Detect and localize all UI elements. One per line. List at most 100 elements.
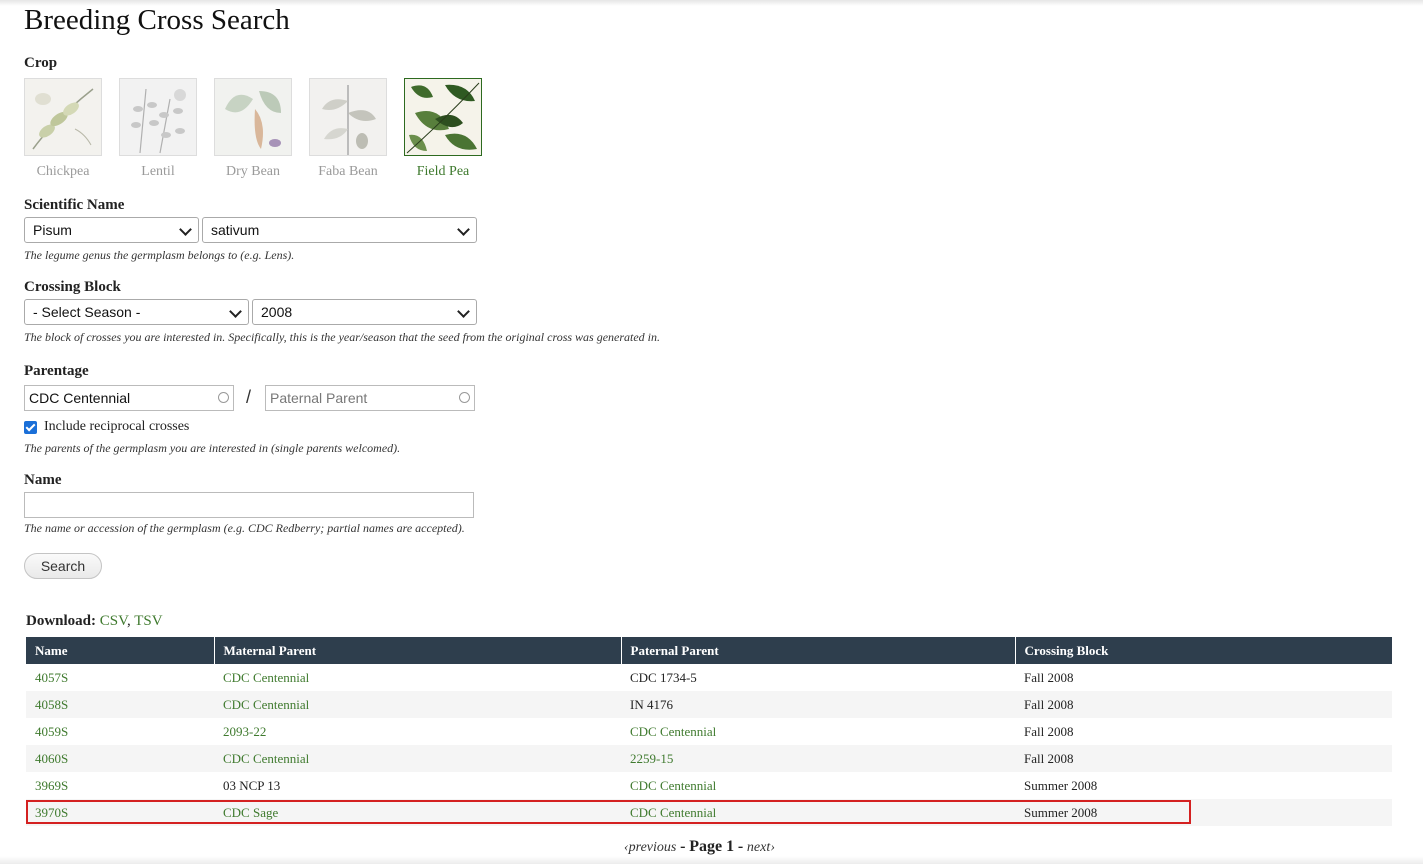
year-value: 2008 [261, 304, 293, 320]
lentil-illustration-icon [119, 78, 197, 156]
cell-paternal-parent: CDC Centennial [621, 772, 1015, 799]
cell-name-link[interactable]: 4060S [35, 751, 68, 766]
pager-next[interactable]: next› [747, 840, 775, 855]
cell-paternal-parent: 2259-15 [621, 745, 1015, 772]
pager: ‹previous - Page 1 - next› [624, 838, 775, 856]
download-links: Download: CSV, TSV [26, 613, 163, 630]
cell-maternal-parent: 2093-22 [214, 718, 621, 745]
faba-bean-illustration-icon [309, 78, 387, 156]
genus-value: Pisum [33, 222, 72, 238]
cell-name-link[interactable]: 4058S [35, 697, 68, 712]
pager-previous[interactable]: ‹previous [624, 840, 676, 855]
crossing-block-label: Crossing Block [24, 279, 121, 295]
crop-name: Chickpea [36, 164, 90, 179]
year-select[interactable]: 2008 [252, 299, 477, 325]
cell-crossing-block-text: Fall 2008 [1024, 723, 1074, 739]
cell-name: 4060S [26, 745, 214, 772]
cell-crossing-block: Fall 2008 [1015, 691, 1392, 718]
cell-crossing-block: Fall 2008 [1015, 664, 1392, 691]
chevron-down-icon [457, 223, 470, 236]
cell-paternal-parent-text: IN 4176 [630, 696, 673, 712]
chevron-down-icon [457, 305, 470, 318]
pager-current-page: Page 1 [689, 838, 735, 855]
cell-crossing-block-text: Fall 2008 [1024, 669, 1074, 685]
highlighted-row-outline [26, 800, 1191, 824]
column-header-maternal-parent[interactable]: Maternal Parent [214, 637, 622, 664]
cell-maternal-parent: CDC Centennial [214, 691, 621, 718]
reciprocal-checkbox[interactable] [24, 421, 37, 434]
cell-paternal-parent: CDC Centennial [621, 718, 1015, 745]
cell-crossing-block-text: Fall 2008 [1024, 696, 1074, 712]
table-row: 3969S 03 NCP 13 CDC Centennial Summer 2008 [26, 772, 1392, 799]
cell-maternal-parent: CDC Centennial [214, 745, 621, 772]
name-input[interactable] [24, 492, 474, 518]
crop-lentil[interactable]: Lentil [119, 78, 197, 180]
download-separator: , [127, 613, 131, 629]
search-button[interactable]: Search [24, 553, 102, 579]
chevron-down-icon [179, 223, 192, 236]
cell-crossing-block: Fall 2008 [1015, 718, 1392, 745]
name-label: Name [24, 472, 62, 488]
table-row: 4058S CDC Centennial IN 4176 Fall 2008 [26, 691, 1392, 718]
cell-paternal-parent: IN 4176 [621, 691, 1015, 718]
cell-paternal-parent: CDC 1734-5 [621, 664, 1015, 691]
season-value: - Select Season - [33, 304, 141, 320]
cell-paternal-parent-link[interactable]: CDC Centennial [630, 724, 716, 739]
cell-maternal-parent-link[interactable]: CDC Centennial [223, 697, 309, 712]
pager-dash: - [680, 838, 686, 855]
column-header-crossing-block[interactable]: Crossing Block [1015, 637, 1392, 664]
cell-name: 4059S [26, 718, 214, 745]
crop-field-pea[interactable]: Field Pea [404, 78, 482, 180]
cell-paternal-parent-link[interactable]: CDC Centennial [630, 778, 716, 793]
parent-separator: / [246, 387, 252, 407]
cell-maternal-parent-link[interactable]: CDC Centennial [223, 751, 309, 766]
cell-maternal-parent-text: 03 NCP 13 [223, 777, 281, 793]
parentage-label: Parentage [24, 363, 89, 379]
scientific-name-description: The legume genus the germplasm belongs t… [24, 248, 295, 262]
crop-chickpea[interactable]: Chickpea [24, 78, 102, 180]
crop-name: Lentil [141, 164, 175, 179]
cell-name: 4057S [26, 664, 214, 691]
cell-name-link[interactable]: 4057S [35, 670, 68, 685]
genus-select[interactable]: Pisum [24, 217, 199, 243]
maternal-parent-input[interactable]: CDC Centennial [24, 385, 234, 411]
paternal-parent-input[interactable]: Paternal Parent [265, 385, 475, 411]
cell-maternal-parent-link[interactable]: 2093-22 [223, 724, 266, 739]
reciprocal-label[interactable]: Include reciprocal crosses [44, 419, 189, 435]
scientific-name-label: Scientific Name [24, 197, 125, 213]
chickpea-illustration-icon [24, 78, 102, 156]
column-header-paternal-parent[interactable]: Paternal Parent [621, 637, 1016, 664]
chevron-down-icon [229, 305, 242, 318]
results-table: Name Maternal Parent Paternal Parent Cro… [26, 637, 1392, 826]
crop-dry-bean[interactable]: Dry Bean [214, 78, 292, 180]
season-select[interactable]: - Select Season - [24, 299, 249, 325]
download-tsv-link[interactable]: TSV [134, 613, 162, 629]
species-select[interactable]: sativum [202, 217, 477, 243]
cell-maternal-parent-link[interactable]: CDC Centennial [223, 670, 309, 685]
field-pea-illustration-icon [404, 78, 482, 156]
cell-paternal-parent-text: CDC 1734-5 [630, 669, 697, 685]
cell-name: 3969S [26, 772, 214, 799]
table-row: 4060S CDC Centennial 2259-15 Fall 2008 [26, 745, 1392, 772]
page-title: Breeding Cross Search [24, 4, 290, 36]
crop-faba-bean[interactable]: Faba Bean [309, 78, 387, 180]
cell-crossing-block-text: Fall 2008 [1024, 750, 1074, 766]
paternal-parent-placeholder: Paternal Parent [270, 390, 368, 406]
species-value: sativum [211, 222, 260, 238]
cell-name-link[interactable]: 4059S [35, 724, 68, 739]
table-row: 4057S CDC Centennial CDC 1734-5 Fall 2008 [26, 664, 1392, 691]
crop-name: Dry Bean [225, 164, 281, 179]
table-row: 4059S 2093-22 CDC Centennial Fall 2008 [26, 718, 1392, 745]
autocomplete-icon [218, 392, 229, 403]
pager-dash: - [737, 838, 744, 855]
download-csv-link[interactable]: CSV [100, 613, 127, 629]
cell-name-link[interactable]: 3969S [35, 778, 68, 793]
cell-name: 4058S [26, 691, 214, 718]
crop-name: Field Pea [416, 164, 470, 179]
download-label: Download: [26, 613, 97, 629]
cell-paternal-parent-link[interactable]: 2259-15 [630, 751, 673, 766]
column-header-name[interactable]: Name [26, 637, 215, 664]
cell-crossing-block: Summer 2008 [1015, 772, 1392, 799]
dry-bean-illustration-icon [214, 78, 292, 156]
cell-crossing-block-text: Summer 2008 [1024, 777, 1098, 793]
